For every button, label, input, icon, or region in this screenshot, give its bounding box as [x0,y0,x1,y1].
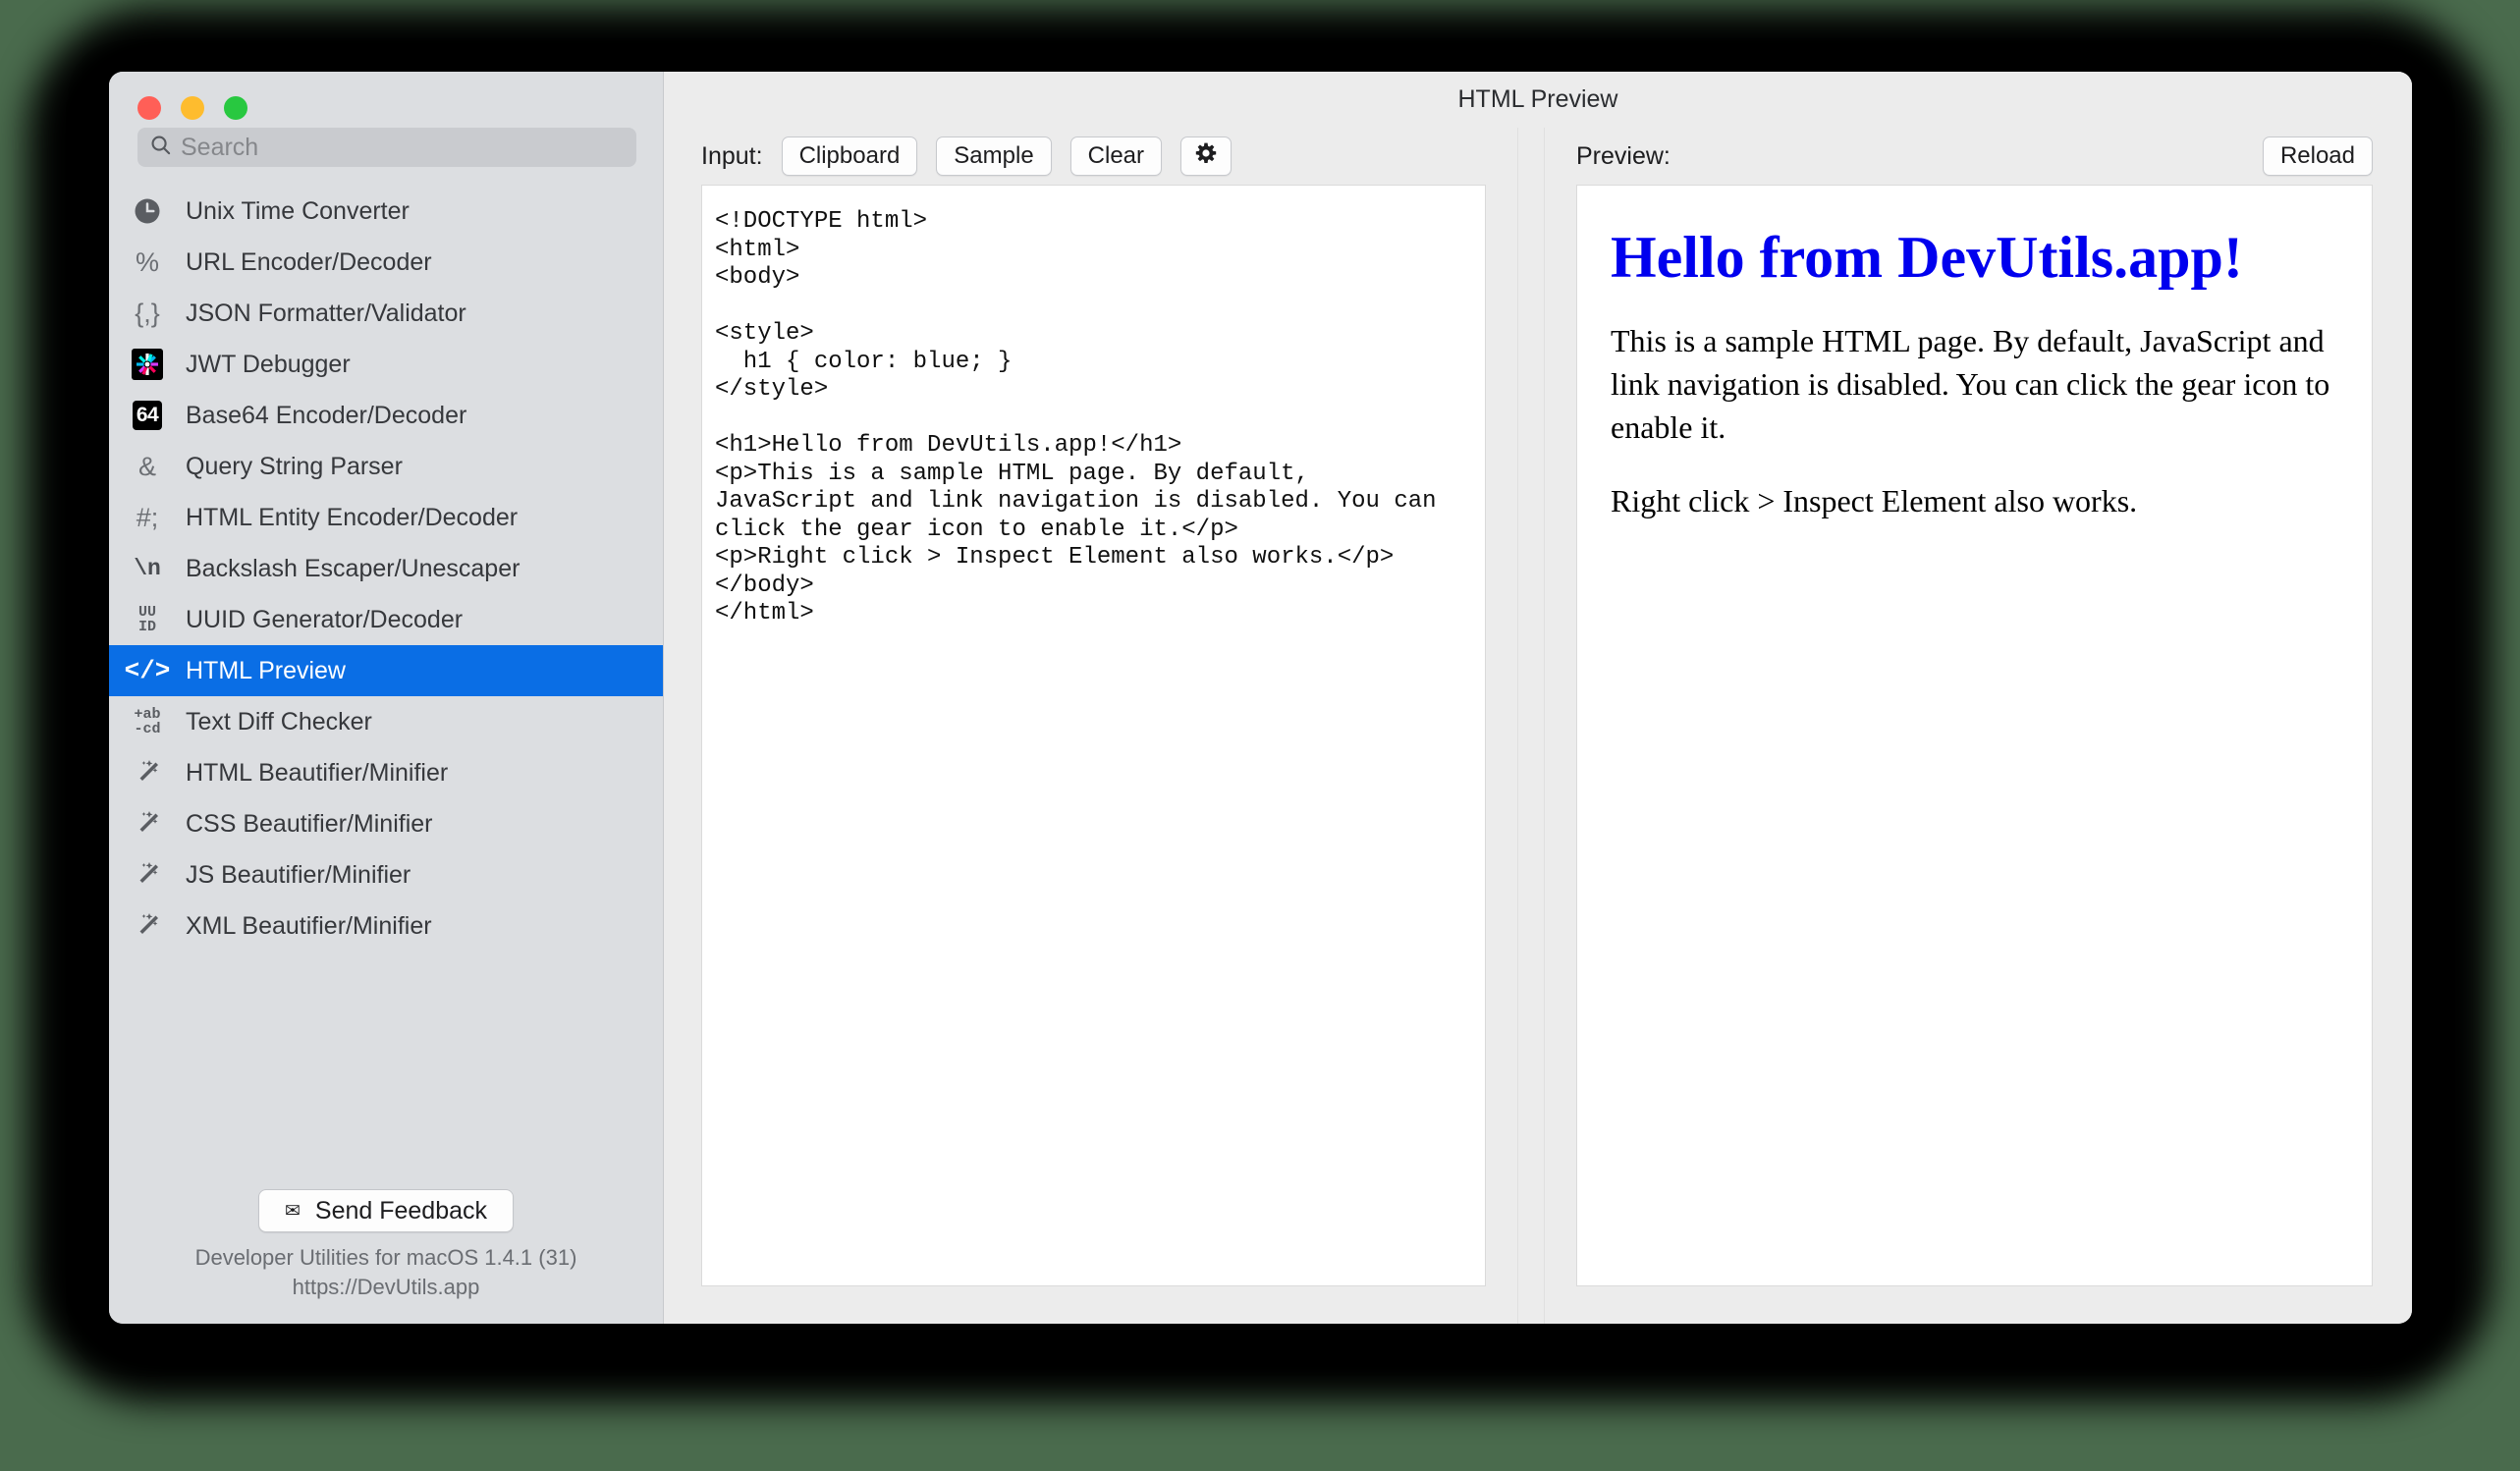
percent-glyph: % [136,249,159,276]
sidebar-item-uuid-generator-decoder[interactable]: UU ID UUID Generator/Decoder [109,594,663,645]
magic-wand-icon [109,757,186,789]
sidebar-item-label: Query String Parser [186,453,403,481]
uuid-icon-stack: UU ID [138,605,156,634]
send-feedback-button[interactable]: ✉ Send Feedback [258,1189,514,1232]
page-title: HTML Preview [1458,85,1618,114]
backslash-n-icon: \n [109,558,186,580]
code-tag-glyph: </> [125,658,171,683]
backslash-n-glyph: \n [134,558,161,580]
sidebar-item-label: HTML Beautifier/Minifier [186,759,448,788]
app-window: Search Unix Time Converter % URL Encoder… [109,72,2412,1324]
text-diff-icon-line1: +ab [134,707,160,722]
split-panes: Input: Clipboard Sample Clear <!DOCTYPE … [664,128,2412,1324]
settings-button[interactable] [1180,136,1232,176]
base64-badge-text: 64 [133,401,162,430]
base64-badge-icon: 64 [109,401,186,430]
hash-semicolon-icon: #; [109,505,186,531]
text-diff-icon-stack: +ab -cd [134,707,160,736]
sidebar-item-jwt-debugger[interactable]: JWT Debugger [109,339,663,390]
sidebar-item-html-entity-encoder-decoder[interactable]: #; HTML Entity Encoder/Decoder [109,492,663,543]
preview-paragraph: Right click > Inspect Element also works… [1611,479,2338,522]
version-line: Developer Utilities for macOS 1.4.1 (31) [195,1243,577,1273]
traffic-lights [109,72,663,128]
preview-label: Preview: [1576,142,1671,171]
reload-button[interactable]: Reload [2263,136,2373,176]
sidebar: Search Unix Time Converter % URL Encoder… [109,72,664,1324]
uuid-icon-line1: UU [138,605,156,620]
clipboard-button[interactable]: Clipboard [782,136,918,176]
text-diff-icon: +ab -cd [109,707,186,736]
jwt-logo-icon [109,349,186,380]
preview-paragraph: This is a sample HTML page. By default, … [1611,319,2338,449]
main-content: HTML Preview Input: Clipboard Sample Cle… [664,72,2412,1324]
minimize-button[interactable] [181,96,204,120]
sidebar-item-html-beautifier-minifier[interactable]: HTML Beautifier/Minifier [109,747,663,798]
send-feedback-label: Send Feedback [315,1197,487,1226]
sidebar-item-label: Base64 Encoder/Decoder [186,402,466,430]
sidebar-item-label: URL Encoder/Decoder [186,248,432,277]
pane-splitter[interactable] [1517,128,1545,1324]
magic-wand-icon [109,808,186,840]
preview-heading: Hello from DevUtils.app! [1611,227,2338,289]
search-icon [149,134,172,161]
braces-icon: {,} [109,300,186,327]
uuid-icon: UU ID [109,605,186,634]
sidebar-item-label: Unix Time Converter [186,197,410,226]
sidebar-item-json-formatter-validator[interactable]: {,} JSON Formatter/Validator [109,288,663,339]
ampersand-glyph: & [138,454,156,480]
input-label: Input: [701,142,763,171]
website-url[interactable]: https://DevUtils.app [195,1273,577,1302]
sidebar-item-backslash-escaper-unescaper[interactable]: \n Backslash Escaper/Unescaper [109,543,663,594]
uuid-icon-line2: ID [138,620,156,634]
close-button[interactable] [137,96,161,120]
sidebar-footer: ✉ Send Feedback Developer Utilities for … [109,1189,663,1324]
sidebar-item-label: UUID Generator/Decoder [186,606,463,634]
hash-semicolon-glyph: #; [137,505,159,531]
search-input[interactable]: Search [137,128,636,167]
sidebar-item-text-diff-checker[interactable]: +ab -cd Text Diff Checker [109,696,663,747]
text-diff-icon-line2: -cd [134,722,160,736]
rendered-html-preview[interactable]: Hello from DevUtils.app! This is a sampl… [1576,185,2373,1286]
input-pane: Input: Clipboard Sample Clear <!DOCTYPE … [664,128,1517,1324]
app-version-info: Developer Utilities for macOS 1.4.1 (31)… [195,1243,577,1302]
sidebar-item-label: Backslash Escaper/Unescaper [186,555,520,583]
sidebar-item-html-preview[interactable]: </> HTML Preview [109,645,663,696]
tool-list: Unix Time Converter % URL Encoder/Decode… [109,186,663,1189]
sidebar-item-query-string-parser[interactable]: & Query String Parser [109,441,663,492]
window-titlebar: HTML Preview [664,72,2412,128]
sidebar-item-label: Text Diff Checker [186,708,372,736]
clear-button[interactable]: Clear [1070,136,1162,176]
sidebar-item-url-encoder-decoder[interactable]: % URL Encoder/Decoder [109,237,663,288]
sidebar-item-label: JWT Debugger [186,351,351,379]
ampersand-icon: & [109,454,186,480]
html-source-code[interactable]: <!DOCTYPE html> <html> <body> <style> h1… [702,186,1485,628]
sidebar-item-base64-encoder-decoder[interactable]: 64 Base64 Encoder/Decoder [109,390,663,441]
preview-pane: Preview: Reload Hello from DevUtils.app!… [1545,128,2412,1324]
sidebar-item-unix-time-converter[interactable]: Unix Time Converter [109,186,663,237]
clock-icon [109,196,186,226]
gear-icon [1194,141,1218,172]
preview-toolbar: Preview: Reload [1545,128,2412,185]
sidebar-item-label: XML Beautifier/Minifier [186,912,432,941]
input-toolbar: Input: Clipboard Sample Clear [664,128,1517,185]
braces-glyph: {,} [135,300,160,327]
sidebar-item-label: HTML Entity Encoder/Decoder [186,504,518,532]
envelope-icon: ✉ [285,1200,301,1223]
sidebar-item-css-beautifier-minifier[interactable]: CSS Beautifier/Minifier [109,798,663,849]
html-input-editor[interactable]: <!DOCTYPE html> <html> <body> <style> h1… [701,185,1486,1286]
search-placeholder: Search [181,136,258,160]
percent-icon: % [109,249,186,276]
magic-wand-icon [109,910,186,942]
sidebar-item-label: JS Beautifier/Minifier [186,861,411,890]
sidebar-item-js-beautifier-minifier[interactable]: JS Beautifier/Minifier [109,849,663,900]
sidebar-item-label: HTML Preview [186,657,346,685]
sidebar-item-label: CSS Beautifier/Minifier [186,810,432,839]
sample-button[interactable]: Sample [936,136,1051,176]
magic-wand-icon [109,859,186,891]
search-container: Search [109,128,663,167]
maximize-button[interactable] [224,96,247,120]
sidebar-item-xml-beautifier-minifier[interactable]: XML Beautifier/Minifier [109,900,663,952]
code-tag-icon: </> [109,658,186,683]
sidebar-item-label: JSON Formatter/Validator [186,300,466,328]
